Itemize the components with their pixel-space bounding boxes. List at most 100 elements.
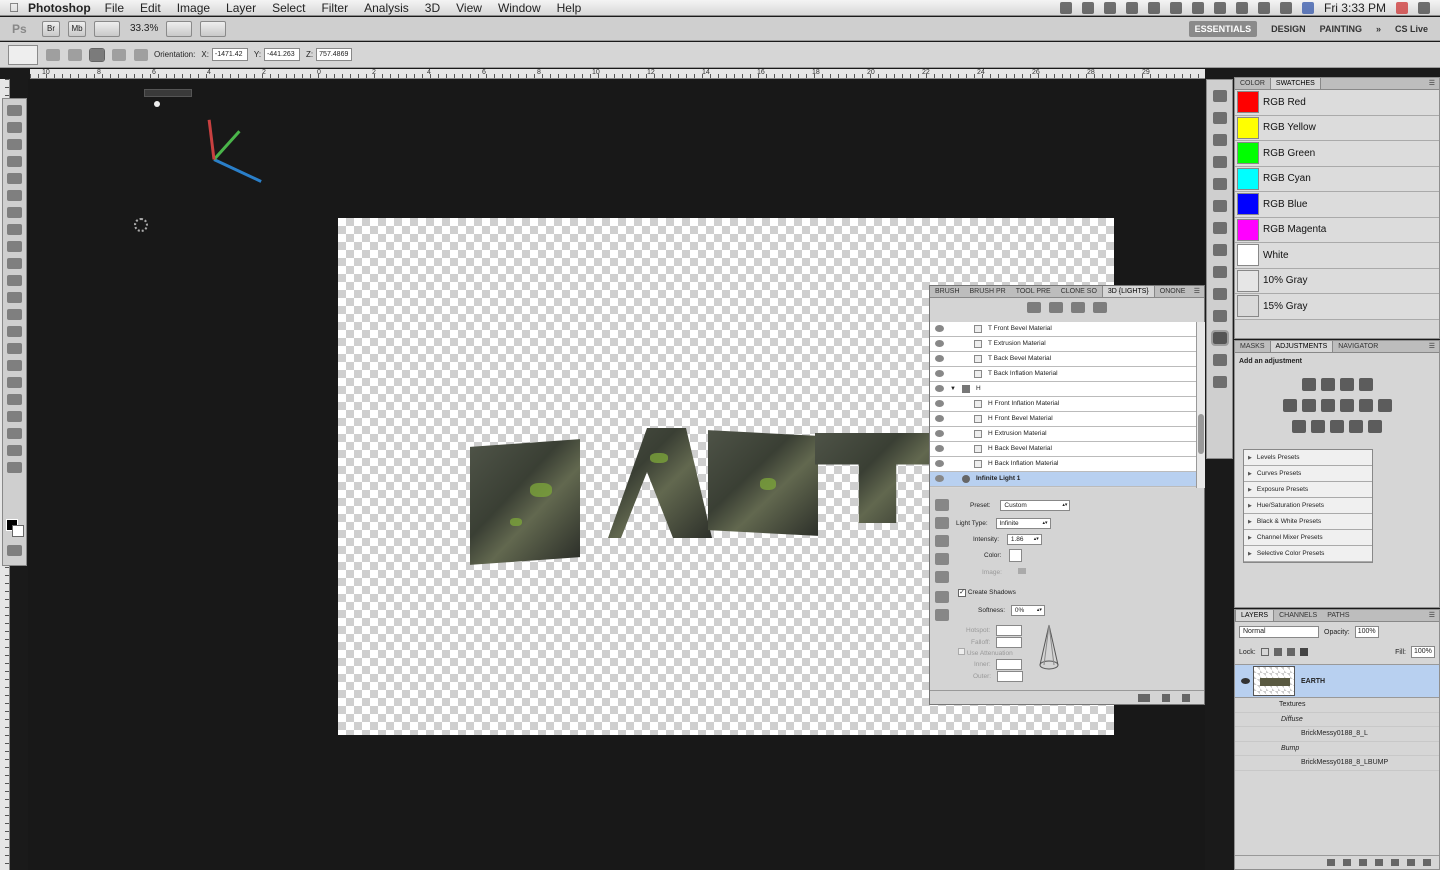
light-guide-icon[interactable] <box>154 101 160 107</box>
blur-tool-icon[interactable] <box>7 309 22 320</box>
gradient-tool-icon[interactable] <box>7 292 22 303</box>
eraser-tool-icon[interactable] <box>7 275 22 286</box>
pan-light-icon[interactable] <box>935 535 949 547</box>
history-panel-icon[interactable] <box>1212 90 1227 102</box>
measurement-log-icon[interactable] <box>1212 178 1227 190</box>
cs-live-button[interactable]: CS Live <box>1395 24 1428 34</box>
tab-swatches[interactable]: SWATCHES <box>1269 78 1321 89</box>
dropbox-icon[interactable] <box>1125 1 1138 14</box>
tab-color[interactable]: COLOR <box>1235 78 1270 89</box>
add-mask-icon[interactable] <box>1359 859 1367 866</box>
tool-preset-picker[interactable] <box>8 44 38 65</box>
adjustment-preset-item[interactable]: Levels Presets <box>1244 450 1372 466</box>
panel-menu-icon[interactable]: ☰ <box>1194 286 1204 297</box>
panel-menu-icon[interactable]: ☰ <box>1429 341 1439 352</box>
textures-row[interactable]: Textures <box>1235 698 1439 713</box>
fill-field[interactable]: 100% <box>1411 646 1435 658</box>
tab-layers[interactable]: LAYERS <box>1235 610 1275 621</box>
new-group-icon[interactable] <box>1391 859 1399 866</box>
swatch-color-chip[interactable] <box>1237 142 1259 165</box>
script-icon[interactable] <box>1081 1 1094 14</box>
tab-adjustments[interactable]: ADJUSTMENTS <box>1269 341 1334 352</box>
quick-mask-icon[interactable] <box>7 545 22 556</box>
new-light-button-icon[interactable] <box>1162 694 1170 702</box>
create-shadows-checkbox[interactable]: ✓ <box>958 589 966 597</box>
menu-analysis[interactable]: Analysis <box>364 1 409 15</box>
image-folder-icon[interactable] <box>1017 568 1026 574</box>
menu-3d[interactable]: 3D <box>425 1 440 15</box>
scene-row-material[interactable]: H Front Bevel Material <box>930 412 1196 427</box>
posterize-icon[interactable] <box>1311 420 1325 433</box>
panel-menu-icon[interactable]: ☰ <box>1429 78 1439 89</box>
floating-mini-panel[interactable] <box>144 89 192 97</box>
swatch-color-chip[interactable] <box>1237 218 1259 241</box>
hotspot-field[interactable] <box>996 625 1023 636</box>
3d-letter-t[interactable] <box>815 433 940 523</box>
adjustment-preset-item[interactable]: Curves Presets <box>1244 466 1372 482</box>
zoom-tool-icon[interactable] <box>7 462 22 473</box>
clone-source-icon[interactable] <box>1212 310 1227 322</box>
hue-saturation-icon[interactable] <box>1301 399 1316 412</box>
opacity-field[interactable]: 100% <box>1354 626 1379 638</box>
light-type-select[interactable]: Infinite <box>995 518 1051 529</box>
screen-mode-button[interactable] <box>200 20 227 37</box>
photo-filter-icon[interactable] <box>1358 399 1373 412</box>
adjustment-preset-item[interactable]: Exposure Presets <box>1244 482 1372 498</box>
3d-camera-tool-icon[interactable] <box>7 428 22 439</box>
swatch-item[interactable]: RGB Magenta <box>1235 217 1439 243</box>
x-field[interactable]: -1471.42 <box>211 48 248 61</box>
scene-row-light[interactable]: Infinite Light 1 <box>930 472 1196 487</box>
levels-icon[interactable] <box>1320 378 1335 391</box>
launch-bridge-button[interactable]: Br <box>42 20 60 37</box>
brush-panel-icon[interactable] <box>1212 244 1227 256</box>
swatch-item[interactable]: 15% Gray <box>1235 294 1439 320</box>
shape-tool-icon[interactable] <box>7 394 22 405</box>
use-attenuation-checkbox[interactable] <box>958 648 965 655</box>
new-layer-icon[interactable] <box>1407 859 1415 866</box>
path-selection-tool-icon[interactable] <box>7 377 22 388</box>
workspace-design[interactable]: DESIGN <box>1271 24 1306 34</box>
tab-paths[interactable]: PATHS <box>1322 610 1354 621</box>
gradient-map-icon[interactable] <box>1349 420 1363 433</box>
visibility-eye-icon[interactable] <box>935 340 944 347</box>
material-filter-icon[interactable] <box>1071 302 1085 313</box>
swatch-item[interactable]: RGB Green <box>1235 141 1439 167</box>
light-color-swatch[interactable] <box>1009 549 1023 562</box>
swatch-color-chip[interactable] <box>1237 167 1259 190</box>
panel-menu-icon[interactable]: ☰ <box>1429 610 1439 621</box>
character-panel-icon[interactable] <box>1212 222 1227 234</box>
marquee-tool-icon[interactable] <box>7 122 22 133</box>
3d-panel-icon[interactable] <box>1210 330 1229 346</box>
curves-icon[interactable] <box>1339 378 1354 391</box>
delete-icon[interactable] <box>1182 694 1190 702</box>
visibility-eye-icon[interactable] <box>935 325 944 332</box>
paragraph-panel-icon[interactable] <box>1212 200 1227 212</box>
styles-panel-icon[interactable] <box>1212 376 1227 388</box>
tool-presets-icon[interactable] <box>1212 288 1227 300</box>
bluetooth-icon[interactable] <box>1235 1 1248 14</box>
color-balance-icon[interactable] <box>1320 399 1335 412</box>
pen-tool-icon[interactable] <box>7 343 22 354</box>
brightness-contrast-icon[interactable] <box>1301 378 1316 391</box>
volume-icon[interactable] <box>1279 1 1292 14</box>
drag-light-icon[interactable] <box>89 47 105 62</box>
tab-brush-presets[interactable]: BRUSH PR <box>965 286 1011 297</box>
launch-mini-bridge-button[interactable]: Mb <box>68 20 86 37</box>
lock-position-icon[interactable] <box>1286 648 1295 656</box>
more-workspaces-button[interactable]: » <box>1376 24 1381 34</box>
exposure-icon[interactable] <box>1358 378 1373 391</box>
camera-icon[interactable] <box>1059 1 1072 14</box>
scene-row-material[interactable]: T Extrusion Material <box>930 337 1196 352</box>
selective-color-icon[interactable] <box>1368 420 1382 433</box>
swatch-color-chip[interactable] <box>1237 295 1259 318</box>
lock-all-icon[interactable] <box>1299 648 1308 656</box>
eyedropper-tool-icon[interactable] <box>7 190 22 201</box>
tab-onone[interactable]: ONONE <box>1155 286 1191 297</box>
layer-style-icon[interactable] <box>1343 859 1351 866</box>
return-to-initial-icon[interactable] <box>46 48 60 61</box>
horizontal-ruler[interactable]: 10 8 6 4 2 0 2 4 6 8 10 12 14 16 18 20 22 24 26 28 29 <box>30 69 1205 79</box>
slide-light-icon[interactable] <box>935 553 949 565</box>
adjustment-preset-item[interactable]: Hue/Saturation Presets <box>1244 498 1372 514</box>
visibility-eye-icon[interactable] <box>935 385 944 392</box>
threshold-icon[interactable] <box>1330 420 1344 433</box>
